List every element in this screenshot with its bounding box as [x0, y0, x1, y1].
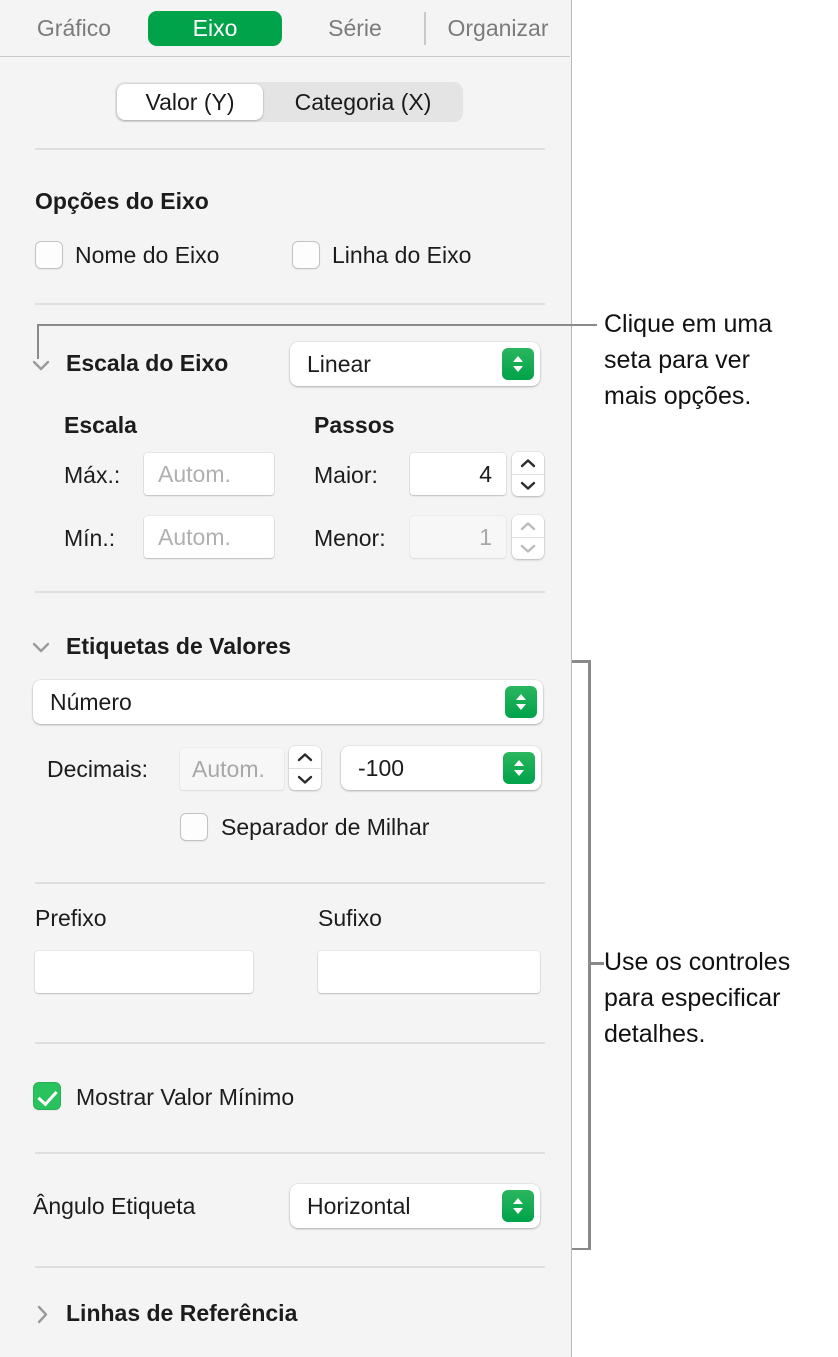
callout-1-leader-vertical	[37, 324, 39, 359]
label-angle-value: Horizontal	[307, 1193, 411, 1219]
chevron-right-icon-linhas-de-referencia[interactable]	[30, 1302, 56, 1328]
segment-categoria-x[interactable]: Categoria (X)	[265, 84, 461, 120]
callout-2-bracket-bottom	[572, 1247, 590, 1250]
negative-style-value: -100	[358, 755, 405, 781]
stepper-maior-up[interactable]	[512, 452, 544, 475]
label-menor: Menor:	[314, 525, 386, 551]
label-maior: Maior:	[314, 462, 378, 488]
field-min[interactable]: Autom.	[144, 516, 274, 558]
tab-grafico[interactable]: Gráfico	[18, 11, 130, 46]
axis-options-heading: Opções do Eixo	[35, 188, 209, 214]
label-mostrar-valor-minimo: Mostrar Valor Mínimo	[76, 1084, 295, 1110]
chevron-up-down-icon	[503, 752, 535, 784]
callout-2-bracket-vertical	[588, 660, 591, 1250]
divider-2	[35, 303, 545, 305]
field-max-placeholder: Autom.	[158, 461, 231, 487]
field-prefixo[interactable]	[35, 951, 253, 993]
label-decimais: Decimais:	[47, 756, 148, 782]
label-min: Mín.:	[64, 525, 116, 551]
label-sufixo: Sufixo	[318, 905, 382, 931]
number-format-value: Número	[50, 689, 132, 715]
divider-6	[35, 1152, 545, 1154]
field-menor[interactable]: 1	[410, 516, 506, 558]
chevron-down-icon-etiquetas-de-valores[interactable]	[28, 634, 54, 660]
inspector-tab-bar: Gráfico Eixo Série Organizar	[0, 0, 570, 57]
divider-7	[35, 1266, 545, 1268]
checkbox-mostrar-valor-minimo[interactable]	[33, 1082, 61, 1110]
stepper-decimais-up[interactable]	[289, 746, 321, 769]
tab-serie[interactable]: Série	[300, 11, 410, 46]
stepper-decimais-down[interactable]	[289, 768, 321, 790]
label-max: Máx.:	[64, 462, 121, 488]
label-angulo-etiqueta: Ângulo Etiqueta	[33, 1193, 196, 1219]
reference-lines-heading: Linhas de Referência	[66, 1300, 298, 1326]
scale-type-value: Linear	[307, 351, 371, 377]
callout-2-text: Use os controles para especificar detalh…	[604, 948, 791, 1048]
tab-organizar[interactable]: Organizar	[428, 11, 568, 46]
field-sufixo[interactable]	[318, 951, 540, 993]
stepper-maior-down[interactable]	[512, 474, 544, 496]
field-decimais-placeholder: Autom.	[192, 756, 265, 782]
number-format-popup[interactable]: Número	[33, 680, 543, 724]
axis-segmented-control: Valor (Y) Categoria (X)	[115, 82, 463, 122]
checkbox-separador-de-milhar[interactable]	[180, 813, 208, 841]
callout-2-leader-stub	[588, 962, 604, 965]
chevron-down-icon-escala-do-eixo[interactable]	[28, 352, 54, 378]
callout-1-leader-horizontal	[37, 324, 597, 326]
value-labels-heading: Etiquetas de Valores	[66, 633, 291, 659]
divider-1	[35, 148, 545, 150]
segment-valor-y[interactable]: Valor (Y)	[117, 84, 263, 120]
field-menor-value: 1	[479, 524, 492, 550]
stepper-menor-up[interactable]	[512, 515, 544, 538]
label-nome-do-eixo: Nome do Eixo	[75, 242, 220, 268]
divider-3	[35, 591, 545, 593]
stepper-menor[interactable]	[512, 515, 544, 559]
field-min-placeholder: Autom.	[158, 524, 231, 550]
stepper-maior[interactable]	[512, 452, 544, 496]
checkbox-nome-do-eixo[interactable]	[35, 241, 63, 269]
steps-column-header: Passos	[314, 412, 395, 438]
label-prefixo: Prefixo	[35, 905, 107, 931]
field-maior[interactable]: 4	[410, 453, 506, 495]
divider-4	[35, 882, 545, 884]
label-separador-de-milhar: Separador de Milhar	[221, 814, 430, 840]
label-angle-popup[interactable]: Horizontal	[290, 1184, 540, 1228]
negative-style-popup[interactable]: -100	[341, 746, 541, 790]
checkbox-linha-do-eixo[interactable]	[292, 241, 320, 269]
chevron-up-down-icon	[505, 686, 537, 718]
tab-separator	[424, 12, 426, 45]
scale-type-popup[interactable]: Linear	[290, 342, 540, 386]
scale-column-header: Escala	[64, 412, 137, 438]
stepper-menor-down[interactable]	[512, 537, 544, 559]
callout-2-bracket-top	[572, 660, 590, 663]
format-inspector-panel: Gráfico Eixo Série Organizar Valor (Y) C…	[0, 0, 572, 1357]
tab-eixo[interactable]: Eixo	[148, 11, 282, 46]
label-linha-do-eixo: Linha do Eixo	[332, 242, 472, 268]
axis-scale-heading: Escala do Eixo	[66, 350, 229, 376]
chevron-up-down-icon	[502, 1190, 534, 1222]
field-max[interactable]: Autom.	[144, 453, 274, 495]
stepper-decimais[interactable]	[289, 746, 321, 790]
chevron-up-down-icon	[502, 348, 534, 380]
field-maior-value: 4	[479, 461, 492, 487]
field-decimais[interactable]: Autom.	[180, 748, 284, 790]
callout-1-text: Clique em uma seta para ver mais opções.	[604, 310, 773, 410]
divider-5	[35, 1042, 545, 1044]
